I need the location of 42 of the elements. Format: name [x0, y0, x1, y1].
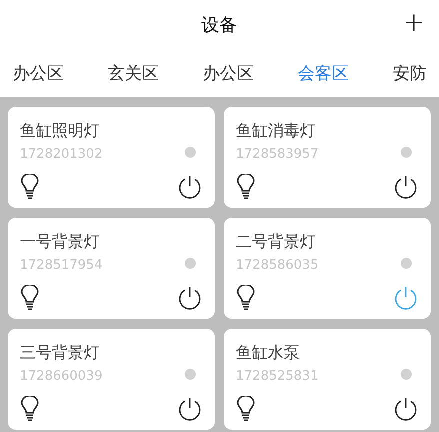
area-tab[interactable]: 办公区 [203, 62, 254, 85]
add-button[interactable]: + [403, 8, 425, 38]
light-bulb-icon [237, 285, 255, 311]
device-card[interactable]: 鱼缸照明灯 1728201302 [8, 107, 215, 208]
device-id: 1728517954 [20, 258, 103, 273]
power-icon[interactable] [177, 174, 203, 200]
device-card[interactable]: 鱼缸水泵 1728525831 [224, 329, 431, 430]
device-id: 1728586035 [236, 258, 319, 273]
device-id: 1728201302 [20, 147, 103, 162]
area-tab[interactable]: 安防 [393, 62, 427, 85]
light-bulb-icon [21, 396, 39, 422]
device-name: 鱼缸消毒灯 [236, 121, 317, 142]
status-dot [185, 147, 196, 158]
light-bulb-icon [21, 285, 39, 311]
device-id: 1728583957 [236, 147, 319, 162]
page-title: 设备 [202, 14, 238, 37]
device-name: 二号背景灯 [236, 232, 317, 253]
device-name: 鱼缸水泵 [236, 343, 301, 364]
device-id: 1728525831 [236, 369, 319, 384]
status-dot [401, 147, 412, 158]
area-tab[interactable]: 会客区 [298, 62, 349, 85]
status-dot [401, 258, 412, 269]
device-card[interactable]: 鱼缸消毒灯 1728583957 [224, 107, 431, 208]
status-dot [401, 369, 412, 380]
area-tab[interactable]: 玄关区 [108, 62, 159, 85]
power-icon[interactable] [177, 285, 203, 311]
device-name: 三号背景灯 [20, 343, 101, 364]
device-card[interactable]: 三号背景灯 1728660039 [8, 329, 215, 430]
status-dot [185, 369, 196, 380]
power-icon[interactable] [393, 396, 419, 422]
area-tab[interactable]: 办公区 [13, 62, 64, 85]
light-bulb-icon [237, 174, 255, 200]
device-name: 一号背景灯 [20, 232, 101, 253]
status-dot [185, 258, 196, 269]
light-bulb-icon [21, 174, 39, 200]
device-name: 鱼缸照明灯 [20, 121, 101, 142]
power-icon[interactable] [393, 174, 419, 200]
device-id: 1728660039 [20, 369, 103, 384]
device-card[interactable]: 二号背景灯 1728586035 [224, 218, 431, 319]
power-icon[interactable] [177, 396, 203, 422]
device-card[interactable]: 一号背景灯 1728517954 [8, 218, 215, 319]
light-bulb-icon [237, 396, 255, 422]
